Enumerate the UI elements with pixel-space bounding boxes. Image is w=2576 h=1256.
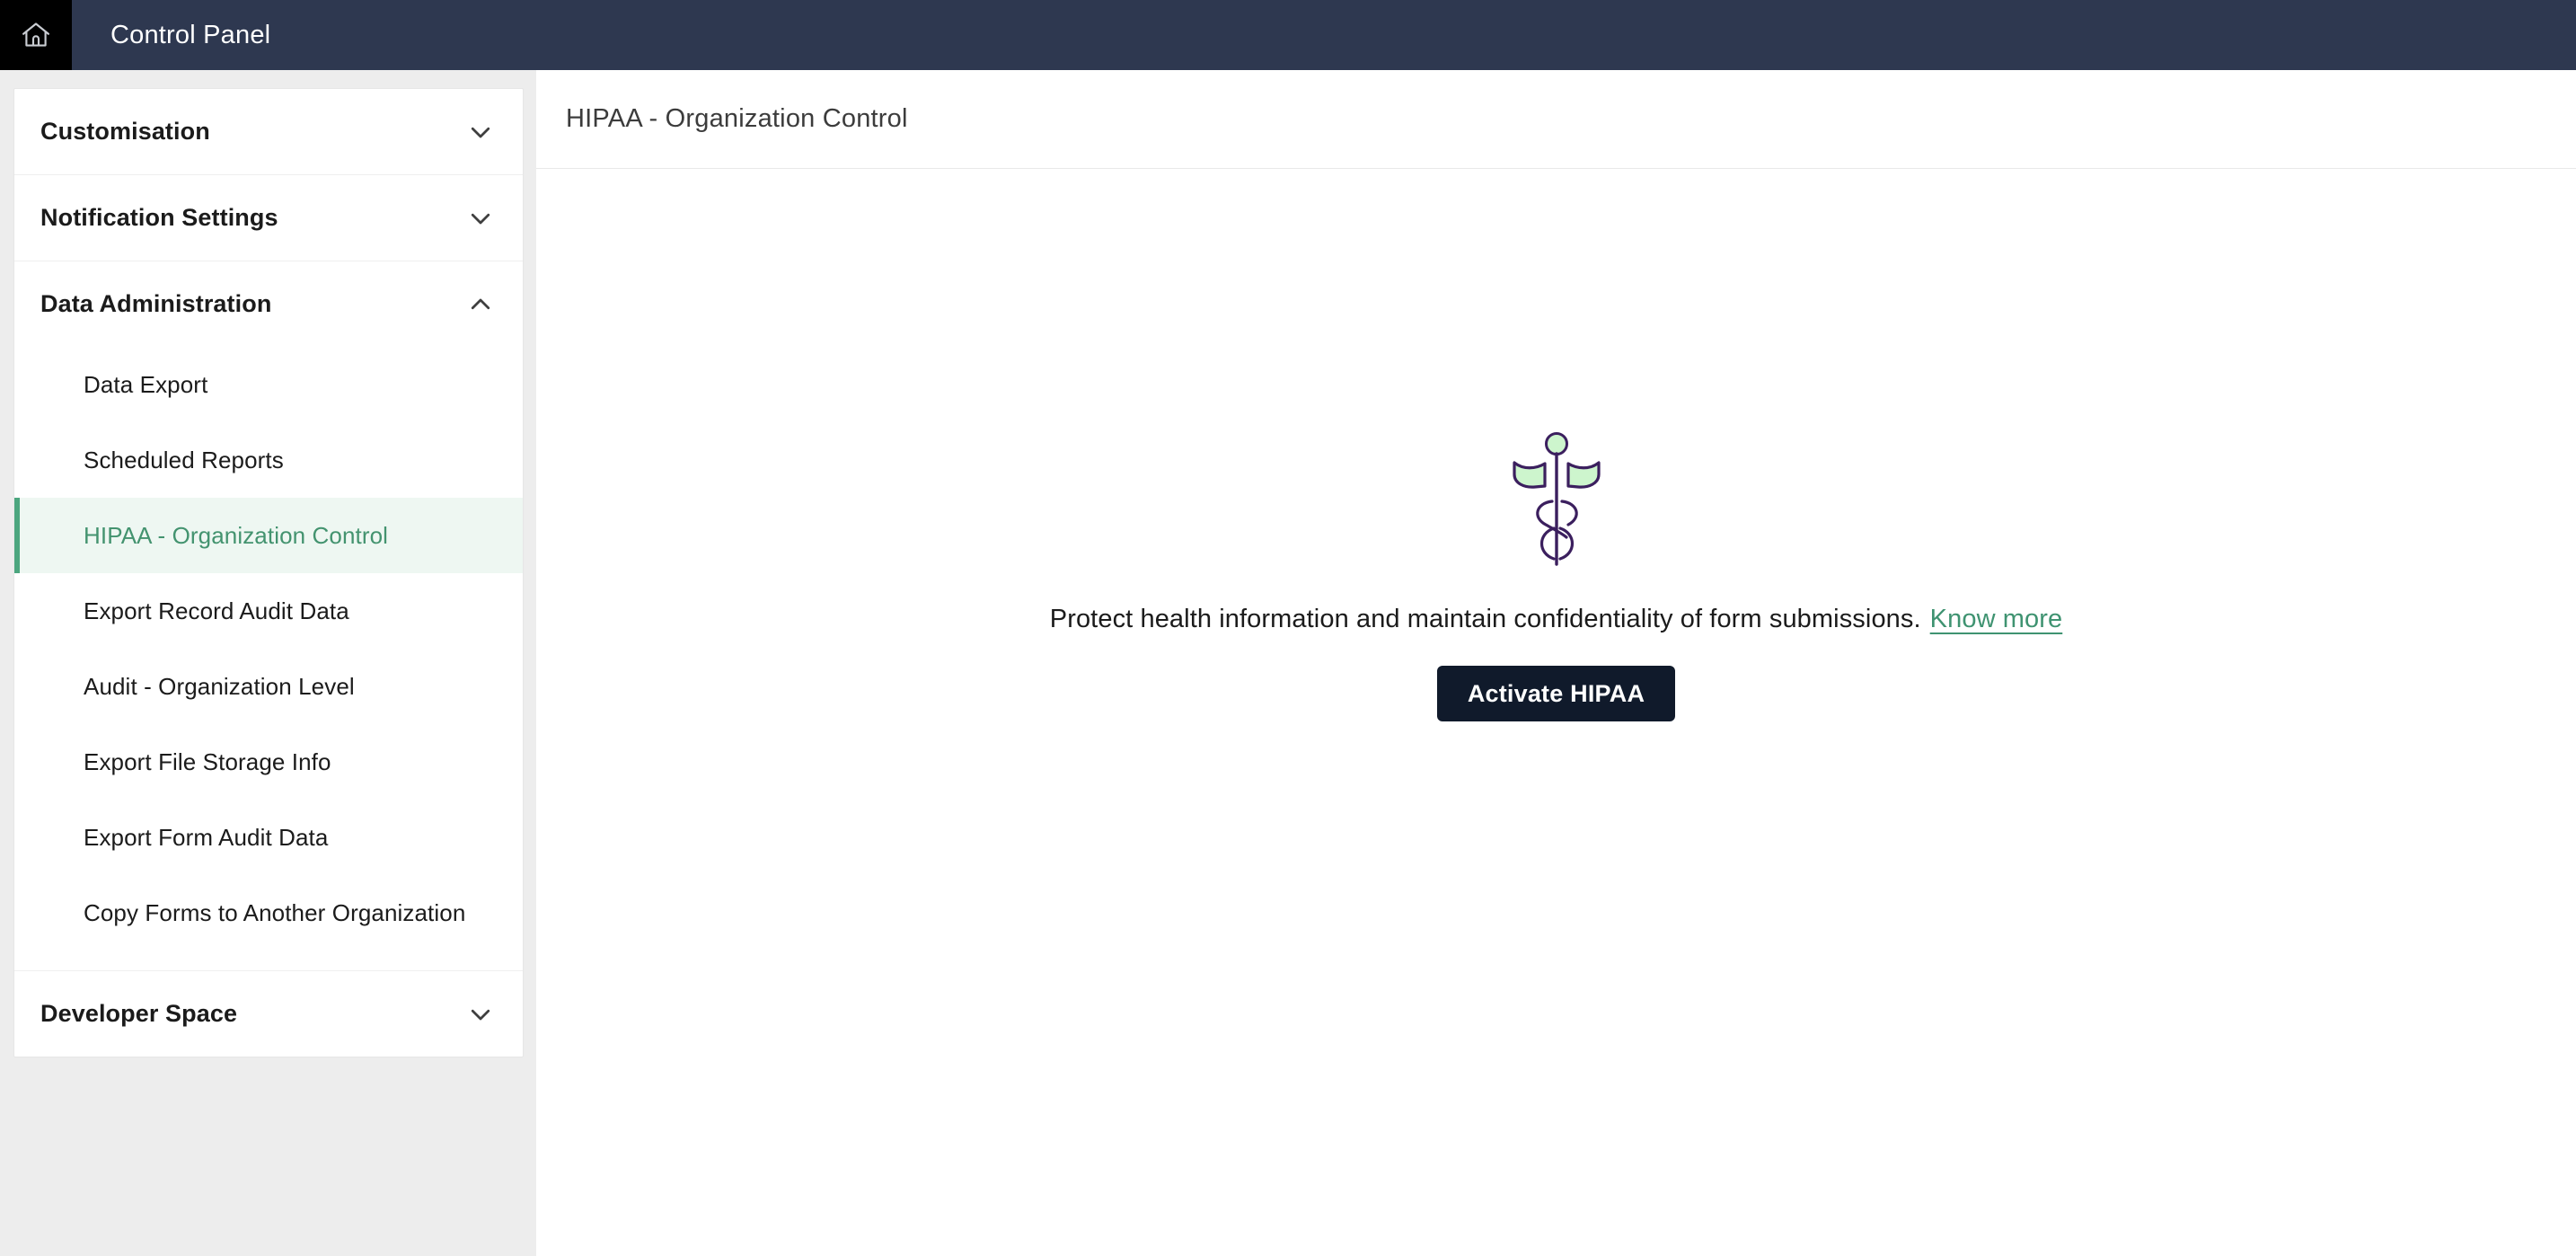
sidebar-section-label: Notification Settings [40,204,278,231]
sidebar-section: Developer Space [14,971,523,1057]
activate-hipaa-button[interactable]: Activate HIPAA [1436,666,1676,721]
chevron-up-icon[interactable] [467,291,494,318]
sidebar-item[interactable]: HIPAA - Organization Control [14,498,523,573]
sidebar-section-header[interactable]: Notification Settings [14,175,523,261]
know-more-link[interactable]: Know more [1930,605,2063,633]
empty-state-message-text: Protect health information and maintain … [1049,605,1921,633]
sidebar-section: Customisation [14,89,523,175]
sidebar-item[interactable]: Copy Forms to Another Organization [14,875,523,951]
home-button[interactable] [0,0,72,70]
sidebar-section-label: Customisation [40,118,210,145]
sidebar-item[interactable]: Export Form Audit Data [14,800,523,875]
sidebar-section-label: Developer Space [40,1000,238,1027]
sidebar-section-items: Data Export Scheduled Reports HIPAA - Orga… [14,347,523,970]
page-title: HIPAA - Organization Control [566,104,908,133]
sidebar-item-label: Export Record Audit Data [84,597,349,624]
top-header-bar: Control Panel [0,0,2576,70]
content-header: HIPAA - Organization Control [536,70,2576,169]
empty-state-message: Protect health information and maintain … [1050,605,2063,634]
sidebar-item[interactable]: Audit - Organization Level [14,649,523,724]
caduceus-icon [1498,428,1615,571]
hipaa-empty-state: Protect health information and maintain … [536,170,2576,1256]
chevron-down-icon[interactable] [467,205,494,232]
sidebar-item[interactable]: Export Record Audit Data [14,573,523,649]
sidebar-item[interactable]: Export File Storage Info [14,724,523,800]
control-panel-page: Control Panel Customisation Notification … [0,0,2576,1256]
main-content: HIPAA - Organization Control Protect hea… [536,70,2576,1256]
sidebar-item-label: HIPAA - Organization Control [84,521,389,549]
sidebar-item[interactable]: Scheduled Reports [14,422,523,498]
sidebar-card: Customisation Notification Settings Data A… [13,88,524,1057]
sidebar-item-label: Audit - Organization Level [84,672,355,700]
sidebar: Customisation Notification Settings Data A… [0,70,536,1256]
sidebar-item-label: Export File Storage Info [84,747,331,775]
sidebar-item-label: Copy Forms to Another Organization [84,898,466,926]
app-title: Control Panel [110,20,271,49]
chevron-down-icon[interactable] [467,119,494,146]
sidebar-section: Data Administration Data Export Scheduled … [14,261,523,971]
sidebar-section-header[interactable]: Developer Space [14,971,523,1057]
sidebar-item[interactable]: Data Export [14,347,523,422]
sidebar-item-label: Export Form Audit Data [84,823,329,851]
sidebar-section-label: Data Administration [40,290,272,317]
sidebar-section: Notification Settings [14,175,523,261]
sidebar-item-label: Data Export [84,370,208,398]
sidebar-section-header[interactable]: Customisation [14,89,523,174]
chevron-down-icon[interactable] [467,1001,494,1028]
home-icon [19,18,53,52]
sidebar-section-header[interactable]: Data Administration [14,261,523,347]
sidebar-item-label: Scheduled Reports [84,446,284,473]
